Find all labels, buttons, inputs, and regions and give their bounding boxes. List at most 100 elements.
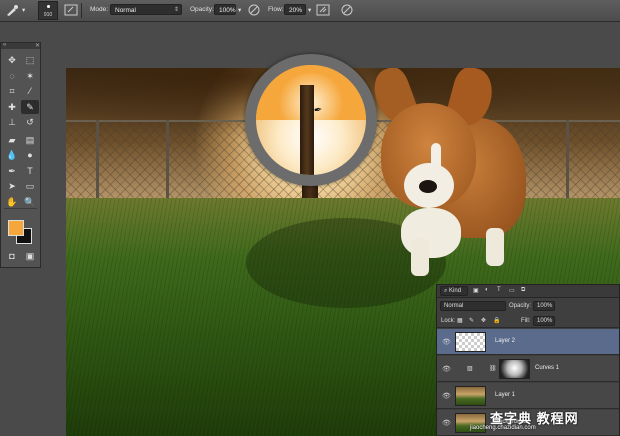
layer-name: Layer 1 [495,392,516,398]
divider [81,3,82,18]
visibility-eye-icon[interactable]: 👁 [442,419,451,427]
move-icon[interactable]: ✥ [3,53,21,67]
visibility-eye-icon[interactable]: 👁 [442,338,451,346]
layer-opacity-input[interactable]: 100% [533,301,555,311]
hand-icon[interactable]: ✋ [3,195,21,209]
mode-select[interactable]: Normal ⇕ [110,4,182,15]
type-icon[interactable]: T [21,164,39,178]
lock-image-icon[interactable]: ✎ [469,317,474,324]
blend-row: Normal Opacity: 100% [437,299,619,313]
pen-icon[interactable]: ✒ [3,164,21,178]
dog-nose [419,180,437,193]
curves-adjustment-icon[interactable]: ▨ [467,365,473,372]
flow-dropdown-icon[interactable]: ▾ [308,6,311,14]
foreground-color-swatch[interactable] [8,220,24,236]
brush-size-value: 910 [43,12,53,18]
loupe-preview: ✒ [256,65,366,175]
quick-mask-icon[interactable]: ◘ [3,249,21,263]
magic-wand-icon[interactable]: ✶ [21,69,39,83]
filter-shape-icon[interactable]: ▭ [509,287,515,294]
path-selection-icon[interactable]: ➤ [3,179,21,193]
filter-smart-object-icon[interactable]: ⧉ [521,287,525,294]
filter-kind-select[interactable]: ⌕ Kind [440,286,468,296]
blend-mode-select[interactable]: Normal [440,301,506,311]
opacity-dropdown-icon[interactable]: ▾ [238,6,241,14]
opacity-value: 100% [219,7,236,14]
brush-icon[interactable]: ✎ [21,99,39,114]
mask-link-icon[interactable]: ⛓ [489,365,497,372]
layer-row[interactable]: 👁 Layer 1 [437,383,619,409]
filter-type-icon[interactable]: T [497,287,501,293]
layer-opacity-value: 100% [537,303,553,309]
brush-tool-preset-icon[interactable] [5,3,19,17]
layers-filter-bar: ⌕ Kind ▣ ◐ T ▭ ⧉ [437,285,619,298]
search-icon: ⌕ [444,288,448,294]
dog-leg [486,228,504,266]
layer-thumbnail[interactable] [455,386,486,406]
gradient-icon[interactable]: ▤ [21,133,39,147]
tools-panel-header[interactable]: « ✕ [1,42,40,49]
mode-label: Mode: [90,6,109,13]
fill-value: 100% [537,318,553,324]
marquee-icon[interactable]: ⬚ [21,53,39,67]
close-icon[interactable]: ✕ [35,42,40,49]
pressure-opacity-icon[interactable] [247,3,261,17]
lock-row: Lock: ▦ ✎ ✥ 🔒 Fill: 100% [437,314,619,328]
eraser-icon[interactable]: ▰ [3,133,21,147]
layer-thumbnail[interactable] [455,332,486,352]
history-brush-icon[interactable]: ↺ [21,115,39,129]
brush-tip-icon [47,5,50,8]
dodge-icon[interactable]: ● [21,148,39,162]
chevron-updown-icon: ⇕ [173,7,179,13]
layer-row[interactable]: 👁 ▨ ⛓ Curves 1 [437,356,619,382]
eyedropper-cursor-icon: ✒ [313,104,324,117]
filter-pixel-icon[interactable]: ▣ [473,287,479,294]
zoom-icon[interactable]: 🔍 [21,195,39,209]
loupe-tree-trunk [300,85,314,175]
fill-input[interactable]: 100% [533,316,555,326]
flow-input[interactable]: 20% [284,4,306,15]
shape-icon[interactable]: ▭ [21,179,39,193]
lock-transparent-icon[interactable]: ▦ [457,317,463,324]
visibility-eye-icon[interactable]: 👁 [442,365,451,373]
dog-leg [411,238,429,276]
divider [4,208,37,209]
crop-icon[interactable]: ⌗ [3,84,21,98]
layer-name: Layer 2 [495,338,516,344]
collapse-icon[interactable]: « [3,42,6,48]
site-watermark-url: jiaocheng.chazidian.com [470,425,536,431]
brush-panel-toggle-icon[interactable] [64,3,78,17]
lock-position-icon[interactable]: ✥ [481,317,486,324]
layer-mask-thumbnail[interactable] [499,359,530,379]
blend-mode-value: Normal [444,303,464,309]
lock-label: Lock: [441,318,456,324]
pressure-size-icon[interactable] [340,3,354,17]
chevron-down-icon[interactable]: ▾ [22,6,25,14]
brush-size-picker[interactable]: 910 [38,1,58,20]
opacity-label: Opacity: [190,6,214,13]
flow-value: 20% [289,7,303,14]
corgi-dog [367,68,526,278]
airbrush-icon[interactable] [316,3,330,17]
tools-panel: « ✕ ✥ ⬚ ◌ ✶ ⌗ ⁄ ✚ ✎ ⊥ ↺ ▰ ▤ 💧 ● ✒ T ➤ ▭ ✋ 🔍 ◘ ▣ [0,42,41,268]
options-bar: ▾ 910 Mode: Normal ⇕ Opacity: 100% ▾ Flo… [0,0,620,22]
lock-all-icon[interactable]: 🔒 [493,317,500,324]
blur-icon[interactable]: 💧 [3,148,21,162]
lasso-icon[interactable]: ◌ [3,69,21,83]
healing-brush-icon[interactable]: ✚ [3,100,21,114]
layer-name: Curves 1 [535,365,560,371]
layer-row[interactable]: 👁 Layer 2 [437,329,619,355]
dog-chest [401,208,461,258]
screen-mode-icon[interactable]: ▣ [21,249,39,263]
color-sampler-loupe: ✒ [245,54,377,186]
filter-adjustment-icon[interactable]: ◐ [485,287,489,293]
layer-opacity-label: Opacity: [509,303,532,309]
opacity-input[interactable]: 100% [214,4,236,15]
fill-label: Fill: [521,318,531,324]
eyedropper-icon[interactable]: ⁄ [21,84,39,98]
visibility-eye-icon[interactable]: 👁 [442,392,451,400]
mode-value: Normal [115,7,136,14]
clone-stamp-icon[interactable]: ⊥ [3,115,21,129]
flow-label: Flow: [268,6,284,13]
filter-kind-value: Kind [449,288,462,294]
